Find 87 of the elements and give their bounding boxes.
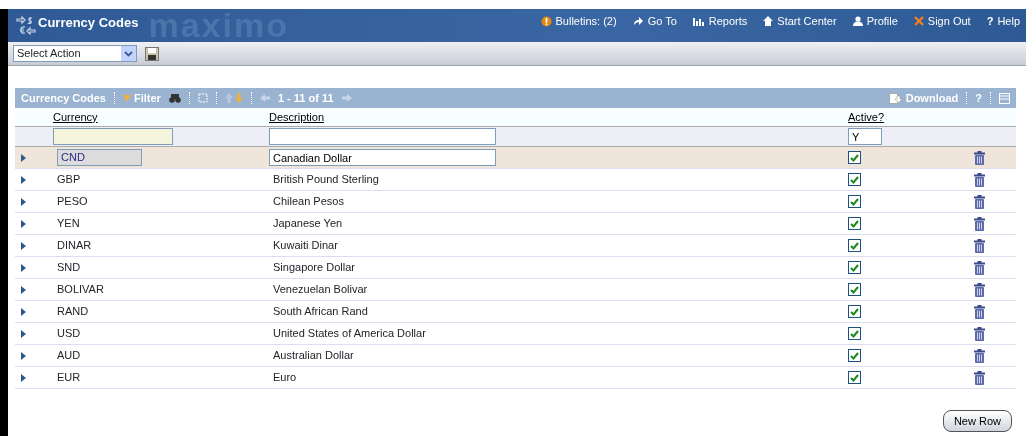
description-field[interactable]: Canadian Dollar bbox=[269, 149, 496, 166]
checkbox[interactable] bbox=[848, 195, 861, 208]
column-header[interactable]: Active? bbox=[846, 108, 962, 126]
expand-icon[interactable] bbox=[21, 373, 26, 382]
close-icon bbox=[913, 16, 924, 27]
bulletins-link[interactable]: Bulletins: (2) bbox=[540, 13, 617, 30]
table-cell: AUD bbox=[57, 349, 81, 362]
trash-icon[interactable] bbox=[974, 216, 985, 231]
trash-icon[interactable] bbox=[974, 194, 985, 209]
action-select[interactable]: Select Action bbox=[13, 45, 137, 62]
expand-icon[interactable] bbox=[21, 351, 26, 360]
currency-field[interactable]: CND bbox=[57, 149, 142, 166]
table-cell: USD bbox=[57, 327, 81, 340]
table-cell-text: Kuwaiti Dinar bbox=[272, 239, 338, 252]
page-count: 1 - 11 of 11 bbox=[277, 90, 334, 106]
table-cell: SND bbox=[57, 261, 81, 274]
checkbox[interactable] bbox=[848, 173, 861, 186]
bar-chart-icon bbox=[692, 16, 705, 26]
trash-icon[interactable] bbox=[974, 172, 985, 187]
table-cell-text: Chilean Pesos bbox=[272, 195, 344, 208]
table-cell: YEN bbox=[57, 217, 80, 230]
table-cell: RAND bbox=[57, 305, 89, 318]
help-link[interactable]: ? Help bbox=[986, 13, 1020, 30]
expand-icon[interactable] bbox=[21, 307, 26, 316]
checkbox[interactable] bbox=[848, 371, 861, 384]
trash-icon[interactable] bbox=[974, 238, 985, 253]
goto-link[interactable]: Go To bbox=[632, 13, 677, 30]
expand-icon[interactable] bbox=[21, 175, 26, 184]
expand-icon[interactable] bbox=[21, 197, 26, 206]
checkbox[interactable] bbox=[848, 305, 861, 318]
table-cell: BOLIVAR bbox=[57, 283, 104, 296]
filter-field[interactable] bbox=[269, 128, 496, 145]
expand-icon[interactable] bbox=[21, 153, 26, 162]
funnel-icon bbox=[123, 94, 131, 102]
reports-link[interactable]: Reports bbox=[692, 13, 748, 30]
column-header[interactable]: Description bbox=[267, 108, 846, 126]
arrow-icon bbox=[632, 16, 644, 27]
signout-link[interactable]: Sign Out bbox=[913, 13, 971, 30]
table-cell-text: Japanese Yen bbox=[272, 217, 343, 230]
filter-field[interactable]: Y bbox=[848, 128, 882, 145]
table-cell-text: United States of America Dollar bbox=[272, 327, 426, 340]
table-cell-text: Euro bbox=[272, 371, 297, 384]
checkbox[interactable] bbox=[848, 283, 861, 296]
new-row-button[interactable]: New Row bbox=[942, 409, 1012, 432]
table-cell-text: Singapore Dollar bbox=[272, 261, 355, 274]
table-title: Currency Codes bbox=[21, 90, 106, 106]
expand-icon[interactable] bbox=[21, 263, 26, 272]
table-cell: PESO bbox=[57, 195, 88, 208]
profile-link[interactable]: Profile bbox=[852, 13, 898, 30]
table-row[interactable]: CND Canadian Dollar bbox=[15, 147, 1016, 169]
checkbox[interactable] bbox=[848, 151, 861, 164]
trash-icon[interactable] bbox=[974, 150, 985, 165]
currency-exchange-icon bbox=[16, 15, 36, 35]
download-icon bbox=[888, 92, 902, 104]
table-cell: EUR bbox=[57, 371, 81, 384]
table-cell: DINAR bbox=[57, 239, 92, 252]
checkbox[interactable] bbox=[848, 327, 861, 340]
table-cell-text: Venezuelan Bolivar bbox=[272, 283, 368, 296]
trash-icon[interactable] bbox=[974, 370, 985, 385]
trash-icon[interactable] bbox=[974, 282, 985, 297]
person-icon bbox=[852, 16, 863, 27]
table-cell-text: South African Rand bbox=[272, 305, 368, 318]
checkbox[interactable] bbox=[848, 349, 861, 362]
expand-icon[interactable] bbox=[21, 285, 26, 294]
caret-icon bbox=[124, 50, 133, 57]
save-icon[interactable] bbox=[145, 46, 159, 61]
checkbox[interactable] bbox=[848, 217, 861, 230]
help-icon: ? bbox=[986, 13, 994, 30]
table-cell-text: Australian Dollar bbox=[272, 349, 354, 362]
expand-icon[interactable] bbox=[21, 329, 26, 338]
start-link[interactable]: Start Center bbox=[763, 13, 837, 30]
checkbox[interactable] bbox=[848, 261, 861, 274]
table-cell: GBP bbox=[57, 173, 81, 186]
column-header[interactable]: Currency bbox=[51, 108, 267, 126]
table-cell-text: British Pound Sterling bbox=[272, 173, 379, 186]
binoculars-icon[interactable] bbox=[168, 93, 181, 103]
checkbox[interactable] bbox=[848, 239, 861, 252]
trash-icon[interactable] bbox=[974, 326, 985, 341]
alert-icon bbox=[540, 15, 552, 27]
filter-field[interactable] bbox=[53, 128, 173, 145]
trash-icon[interactable] bbox=[974, 260, 985, 275]
expand-icon[interactable] bbox=[21, 241, 26, 250]
trash-icon[interactable] bbox=[974, 348, 985, 363]
expand-icon[interactable] bbox=[21, 219, 26, 228]
home-icon bbox=[763, 16, 774, 27]
page-title: Currency Codes bbox=[38, 14, 139, 32]
trash-icon[interactable] bbox=[974, 304, 985, 319]
